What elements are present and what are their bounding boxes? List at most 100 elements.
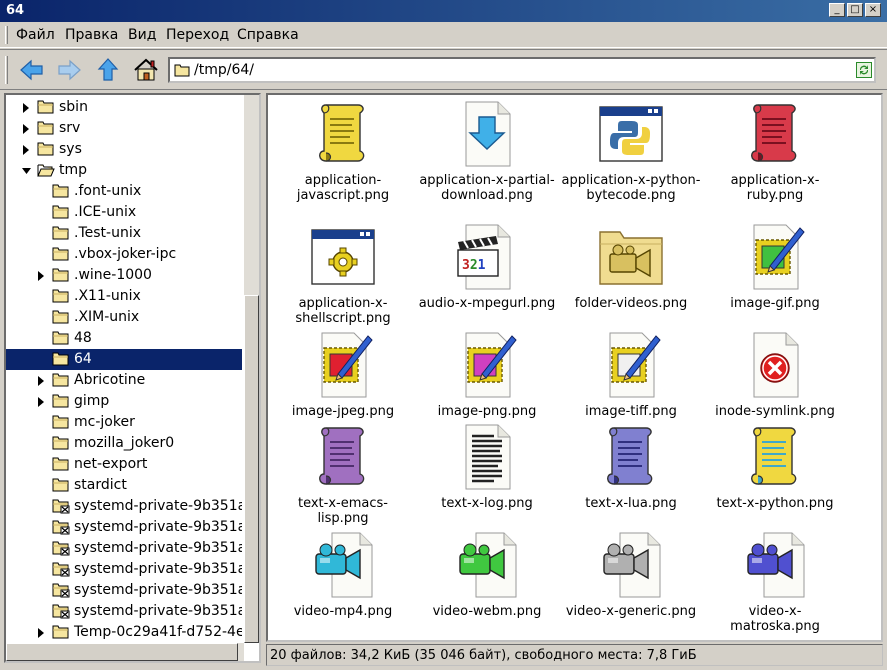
expand-arrow-right-icon[interactable] [37,270,45,281]
folder-icon [174,64,190,77]
window-title: 64 [6,3,25,18]
menu-file[interactable]: Файл [16,27,55,43]
file-item[interactable]: application-x-python-bytecode.png [556,99,706,203]
file-item[interactable]: video-mp4.png [268,530,418,619]
menu-view[interactable]: Вид [128,27,156,43]
location-bar[interactable]: /tmp/64/ [168,57,876,83]
expand-arrow-right-icon[interactable] [37,375,45,386]
file-item[interactable]: image-png.png [412,330,562,419]
expand-arrow-right-icon[interactable] [37,627,45,638]
clapper-doc-icon: 321 [412,222,562,292]
tree-item[interactable]: mozilla_joker0 [6,433,242,454]
expand-arrow-right-icon[interactable] [22,144,30,155]
tree-item[interactable]: 48 [6,328,242,349]
forward-button[interactable] [54,56,84,84]
file-item[interactable]: video-x-generic.png [556,530,706,619]
file-name-line: application-x-python- [561,173,701,188]
tree-item[interactable]: sbin [6,97,242,118]
home-button[interactable] [131,56,161,84]
tree-item[interactable]: .XIM-unix [6,307,242,328]
tree-item[interactable]: Abricotine [6,370,242,391]
folder-tree-pane[interactable]: sbin srv sys tmp .font-unix .ICE-unix .Test-un… [4,93,261,663]
tree-item[interactable]: systemd-private-9b351a7b [6,559,242,580]
file-item[interactable]: video-webm.png [412,530,562,619]
file-item[interactable]: image-jpeg.png [268,330,418,419]
location-path[interactable]: /tmp/64/ [194,62,254,78]
file-item[interactable]: text-x-lua.png [556,422,706,511]
expand-arrow-right-icon[interactable] [22,123,30,134]
file-item[interactable]: image-tiff.png [556,330,706,419]
tree-vertical-scroll-thumb[interactable] [244,295,259,643]
status-text: 20 файлов: 34,2 КиБ (35 046 байт), свобо… [270,648,697,663]
tree-item[interactable]: systemd-private-9b351a7b [6,580,242,601]
tree-item-label: .font-unix [74,183,142,199]
tree-item[interactable]: systemd-private-9b351a7b [6,601,242,622]
tree-item[interactable]: .wine-1000 [6,265,242,286]
folder-icon [52,183,70,202]
camera-cyan-icon [268,530,418,600]
tree-item-label: Abricotine [74,372,146,388]
file-item[interactable]: inode-symlink.png [700,330,850,419]
tree-item[interactable]: .Test-unix [6,223,242,244]
file-item[interactable]: application-x-partial-download.png [412,99,562,203]
menu-go[interactable]: Переход [166,27,229,43]
tree-item[interactable]: sys [6,139,242,160]
file-name: text-x-emacs-lisp.png [268,496,418,526]
tree-item[interactable]: mc-joker [6,412,242,433]
tree-item[interactable]: systemd-private-9b351a7b [6,517,242,538]
tree-item-label: .Test-unix [74,225,141,241]
tree-item[interactable]: .vbox-joker-ipc [6,244,242,265]
expand-arrow-right-icon[interactable] [22,102,30,113]
minimize-button[interactable]: _ [829,3,845,17]
file-item[interactable]: text-x-log.png [412,422,562,511]
file-item[interactable]: application-x-shellscript.png [268,222,418,326]
tree-item[interactable]: srv [6,118,242,139]
file-item[interactable]: text-x-emacs-lisp.png [268,422,418,526]
back-button[interactable] [17,56,47,84]
tree-item-label: 48 [74,330,92,346]
file-item[interactable]: 321 audio-x-mpegurl.png [412,222,562,311]
tree-item[interactable]: .font-unix [6,181,242,202]
file-name-line: text-x-log.png [441,496,533,511]
tree-item[interactable]: Temp-0c29a41f-d752-4eb [6,622,242,643]
close-button[interactable]: × [865,3,881,17]
file-item[interactable]: image-gif.png [700,222,850,311]
maximize-button[interactable]: □ [847,3,863,17]
file-item[interactable]: text-x-python.png [700,422,850,511]
menu-help[interactable]: Справка [237,27,299,43]
file-item[interactable]: application-javascript.png [268,99,418,203]
refresh-icon[interactable] [856,62,872,78]
tree-item-label: sys [59,141,82,157]
tree-item[interactable]: systemd-private-9b351a7b [6,538,242,559]
folder-open-icon [37,162,55,181]
file-name-line: video-mp4.png [293,604,393,619]
file-name-line: video-webm.png [432,604,542,619]
file-list-pane[interactable]: application-javascript.png application-x-… [266,93,883,642]
tree-item[interactable]: stardict [6,475,242,496]
tree-item-label: 64 [74,351,92,367]
tree-item-label: tmp [59,162,88,178]
tree-item[interactable]: .X11-unix [6,286,242,307]
tree-item[interactable]: systemd-private-9b351a7b [6,496,242,517]
tree-item[interactable]: tmp [6,160,242,181]
tree-item-label: .vbox-joker-ipc [74,246,177,262]
folder-icon [52,267,70,286]
folder-icon [52,624,70,643]
tree-item[interactable]: .ICE-unix [6,202,242,223]
expand-arrow-down-icon[interactable] [22,165,31,175]
up-button[interactable] [93,56,123,84]
tree-item[interactable]: gimp [6,391,242,412]
tree-horizontal-scrollbar[interactable] [6,643,244,661]
tree-item-label: sbin [59,99,88,115]
menu-edit[interactable]: Правка [65,27,118,43]
file-item[interactable]: folder-videos.png [556,222,706,311]
file-item[interactable]: application-x-ruby.png [700,99,850,203]
file-item[interactable]: video-x-matroska.png [700,530,850,634]
stamp-green-icon [700,222,850,292]
tree-vertical-scrollbar[interactable] [244,95,259,643]
file-name-line: video-x-generic.png [565,604,697,619]
expand-arrow-right-icon[interactable] [37,396,45,407]
tree-horizontal-scroll-thumb[interactable] [6,643,238,661]
tree-item[interactable]: net-export [6,454,242,475]
tree-item[interactable]: 64 [6,349,242,370]
